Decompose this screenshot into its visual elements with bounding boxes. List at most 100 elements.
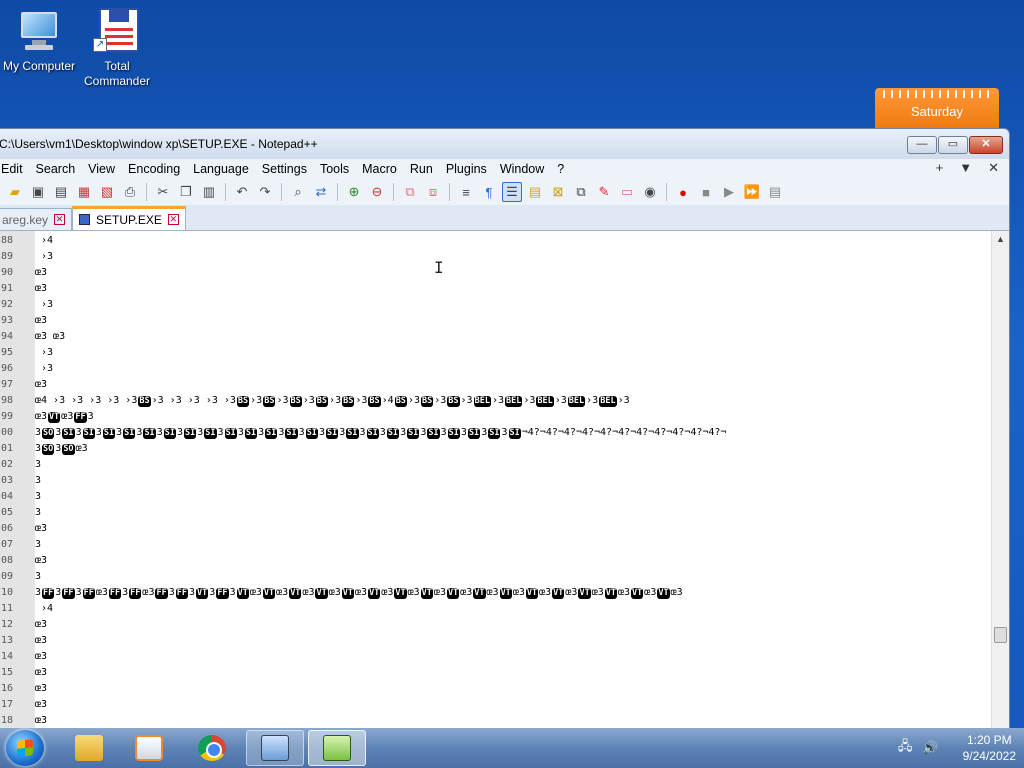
sync-horizontal-icon[interactable]: ⧈ (423, 182, 443, 202)
desktop-icon-total-commander[interactable]: ↗ Total Commander (74, 8, 160, 89)
editor-line[interactable]: 93 œ3 (0, 313, 989, 329)
close-icon[interactable]: ▦ (74, 182, 94, 202)
notepadpp-window[interactable]: C:\Users\vm1\Desktop\window xp\SETUP.EXE… (0, 128, 1010, 729)
editor-line[interactable]: 94 œ3 œ3 (0, 329, 989, 345)
editor-line[interactable]: 06 œ3 (0, 521, 989, 537)
editor-line[interactable]: 90 œ3 (0, 265, 989, 281)
title-bar[interactable]: C:\Users\vm1\Desktop\window xp\SETUP.EXE… (0, 129, 1009, 159)
taskbar-control-panel[interactable] (246, 730, 304, 766)
save-macro-icon[interactable]: ▤ (765, 182, 785, 202)
tab-close-icon[interactable]: ✕ (54, 214, 66, 225)
desktop-icon-my-computer[interactable]: My Computer (0, 8, 82, 74)
save-all-icon[interactable]: ▤ (51, 182, 71, 202)
scroll-up-icon[interactable]: ▲ (992, 231, 1009, 247)
run-macro-multiple-icon[interactable]: ⏩ (742, 182, 762, 202)
editor-line[interactable]: 96 ›3 (0, 361, 989, 377)
record-macro-icon[interactable]: ● (673, 182, 693, 202)
editor-line[interactable]: 10 3 FF 3 FF 3 FF œ3 FF 3 FF œ3 FF 3 FF 3 VT 3 FF 3 VT œ3 VT œ3… (0, 585, 989, 601)
folder-as-workspace-icon[interactable]: ✎ (594, 182, 614, 202)
taskbar-notepadpp[interactable] (308, 730, 366, 766)
tab-setup-exe[interactable]: SETUP.EXE ✕ (72, 206, 186, 230)
editor-line[interactable]: 18 œ3 (0, 713, 989, 729)
close-button[interactable]: ✕ (969, 136, 1003, 154)
tab-close-icon[interactable]: ✕ (167, 214, 179, 225)
taskbar-explorer[interactable] (60, 730, 118, 766)
show-all-characters-icon[interactable]: ¶ (479, 182, 499, 202)
undo-icon[interactable]: ↶ (232, 182, 252, 202)
menu-language[interactable]: Language (193, 162, 256, 176)
doc-map-icon[interactable]: ⊠ (548, 182, 568, 202)
editor-line[interactable]: 97 œ3 (0, 377, 989, 393)
print-icon[interactable]: ⎙ (120, 182, 140, 202)
close-tab-icon[interactable]: ✕ (988, 160, 999, 176)
menu-help[interactable]: ? (557, 162, 571, 176)
menu-search[interactable]: Search (36, 162, 83, 176)
editor-line[interactable]: 14 œ3 (0, 649, 989, 665)
user-language-icon[interactable]: ▤ (525, 182, 545, 202)
editor-line[interactable]: 16 œ3 (0, 681, 989, 697)
menu-macro[interactable]: Macro (362, 162, 404, 176)
open-file-icon[interactable]: ▰ (5, 182, 25, 202)
function-list-icon[interactable]: ⧉ (571, 182, 591, 202)
text-editor[interactable]: 88 ›4 89 ›3 90 œ3 91 œ3 92 ›3 93 œ3 94 œ3 œ3 95 ›3 9… (0, 231, 995, 729)
editor-line[interactable]: 89 ›3 (0, 249, 989, 265)
menu-run[interactable]: Run (410, 162, 440, 176)
maximize-button[interactable]: ▭ (938, 136, 968, 154)
editor-line[interactable]: 95 ›3 (0, 345, 989, 361)
replace-icon[interactable]: ⇄ (311, 182, 331, 202)
folder-icon[interactable]: ▭ (617, 182, 637, 202)
save-icon[interactable]: ▣ (28, 182, 48, 202)
tab-areg-key[interactable]: areg.key ✕ (0, 208, 73, 230)
editor-line[interactable]: 15 œ3 (0, 665, 989, 681)
vertical-scrollbar[interactable]: ▲ (991, 231, 1009, 729)
editor-line[interactable]: 07 3 (0, 537, 989, 553)
editor-line[interactable]: 08 œ3 (0, 553, 989, 569)
editor-line[interactable]: 88 ›4 (0, 233, 989, 249)
zoom-in-icon[interactable]: ⊕ (344, 182, 364, 202)
monitoring-icon[interactable]: ◉ (640, 182, 660, 202)
menu-settings[interactable]: Settings (262, 162, 314, 176)
tab-list-icon[interactable]: ▼ (959, 160, 972, 176)
menu-window[interactable]: Window (500, 162, 551, 176)
calendar-gadget[interactable]: Saturday (875, 88, 999, 128)
new-tab-icon[interactable]: + (936, 160, 944, 176)
indent-guide-icon[interactable]: ☰ (502, 182, 522, 202)
editor-line[interactable]: 11 ›4 (0, 601, 989, 617)
taskbar-chrome[interactable] (183, 730, 241, 766)
sync-vertical-icon[interactable]: ⧉ (400, 182, 420, 202)
menu-plugins[interactable]: Plugins (446, 162, 494, 176)
editor-line[interactable]: 01 3 SO 3 SO œ3 (0, 441, 989, 457)
editor-line[interactable]: 12 œ3 (0, 617, 989, 633)
taskbar-media-player[interactable] (120, 730, 178, 766)
menu-encoding[interactable]: Encoding (128, 162, 187, 176)
menu-edit[interactable]: Edit (1, 162, 30, 176)
editor-line[interactable]: 92 ›3 (0, 297, 989, 313)
menu-tools[interactable]: Tools (320, 162, 356, 176)
editor-line[interactable]: 03 3 (0, 473, 989, 489)
editor-line[interactable]: 98 œ4 ›3 ›3 ›3 ›3 ›3 BS ›3 ›3 ›3 ›3 ›3 BS ›3 B… (0, 393, 989, 409)
menu-view[interactable]: View (88, 162, 122, 176)
editor-line[interactable]: 04 3 (0, 489, 989, 505)
redo-icon[interactable]: ↷ (255, 182, 275, 202)
editor-line[interactable]: 17 œ3 (0, 697, 989, 713)
editor-line[interactable]: 99 œ3 VT œ3 FF 3 (0, 409, 989, 425)
network-icon[interactable]: 🖧 (898, 737, 913, 759)
editor-line[interactable]: 05 3 (0, 505, 989, 521)
editor-line[interactable]: 91 œ3 (0, 281, 989, 297)
volume-icon[interactable]: 🔊 (922, 740, 938, 756)
cut-icon[interactable]: ✂ (153, 182, 173, 202)
play-macro-icon[interactable]: ▶ (719, 182, 739, 202)
zoom-out-icon[interactable]: ⊖ (367, 182, 387, 202)
stop-macro-icon[interactable]: ■ (696, 182, 716, 202)
paste-icon[interactable]: ▥ (199, 182, 219, 202)
clock[interactable]: 1:20 PM 9/24/2022 (963, 732, 1016, 764)
close-all-icon[interactable]: ▧ (97, 182, 117, 202)
start-button[interactable] (6, 730, 44, 766)
copy-icon[interactable]: ❐ (176, 182, 196, 202)
find-icon[interactable]: ⌕ (288, 182, 308, 202)
editor-line[interactable]: 02 3 (0, 457, 989, 473)
editor-line[interactable]: 13 œ3 (0, 633, 989, 649)
editor-line[interactable]: 00 3 SO 3 SI 3 SI 3 SI 3 SI 3 SI 3 SI 3 SI 3 SI 3 SI 3 SI 3 SI 3 S… (0, 425, 989, 441)
word-wrap-icon[interactable]: ≡ (456, 182, 476, 202)
scroll-thumb[interactable] (994, 627, 1007, 643)
